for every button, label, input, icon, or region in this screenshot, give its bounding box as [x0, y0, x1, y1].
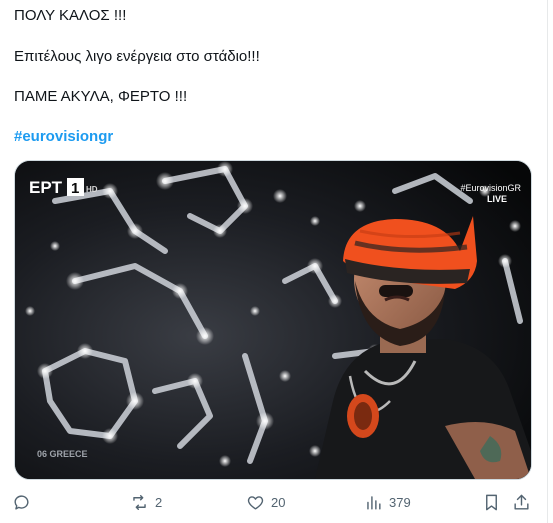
share-button[interactable]: [512, 488, 531, 516]
heart-icon: [247, 495, 264, 510]
timeline-border: [547, 0, 548, 523]
country-caption: 06 GREECE: [37, 449, 88, 459]
bookmark-icon: [486, 494, 497, 510]
views-button[interactable]: 379: [364, 488, 411, 516]
retweet-button[interactable]: 2: [130, 488, 162, 516]
views-count: 379: [389, 494, 411, 510]
live-label: LIVE: [487, 194, 507, 204]
video-frame: ΕΡΤ 1 HD #EurovisionGR LIVE 06 GREECE: [15, 161, 531, 479]
like-button[interactable]: 20: [246, 488, 285, 516]
retweet-count: 2: [155, 494, 163, 510]
share-icon: [514, 494, 529, 510]
tweet-line-3: ΠΑΜΕ ΑΚΥΛΑ, ΦΕΡΤΟ !!!: [14, 88, 188, 105]
reply-icon: [14, 494, 29, 510]
hashtag-link[interactable]: #eurovisiongr: [14, 127, 113, 147]
video-hashtag: #EurovisionGR: [460, 183, 521, 193]
video-player[interactable]: ΕΡΤ 1 HD #EurovisionGR LIVE 06 GREECE: [14, 160, 532, 480]
tweet-actions: 2 20 379: [0, 488, 553, 516]
bookmark-button[interactable]: [482, 488, 501, 516]
views-icon: [367, 495, 381, 510]
reply-button[interactable]: [12, 488, 37, 516]
channel-logo-text: ΕΡΤ: [29, 178, 63, 197]
like-count: 20: [271, 494, 286, 510]
retweet-icon: [133, 494, 146, 510]
tweet-line-1: ΠΟΛΥ ΚΑΛΟΣ !!!: [14, 7, 127, 24]
channel-number: 1: [71, 180, 79, 197]
tweet-line-2: Επιτέλους λιγο ενέργεια στο στάδιο!!!: [14, 48, 260, 65]
hd-label: HD: [86, 185, 98, 194]
